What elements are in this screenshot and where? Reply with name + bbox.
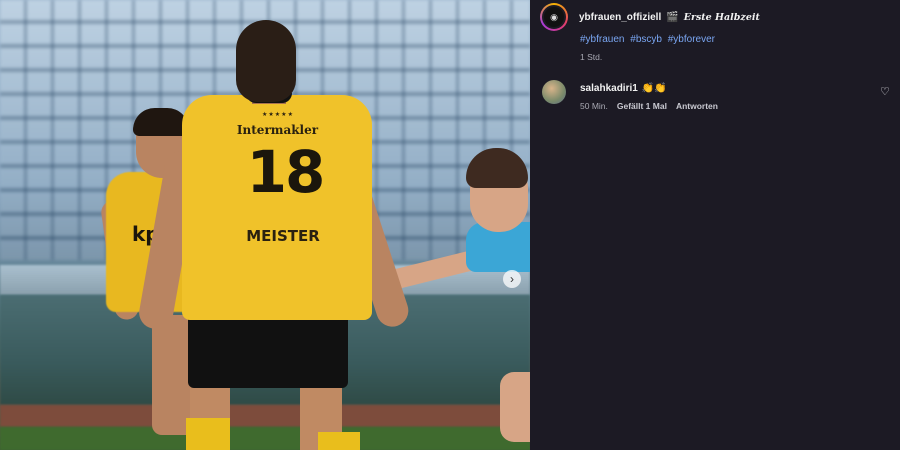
player-18-shorts — [188, 308, 348, 388]
heart-icon[interactable]: ♡ — [880, 85, 890, 98]
avatar[interactable]: ◉ — [542, 5, 566, 29]
hashtag-link[interactable]: #ybfrauen — [580, 34, 624, 45]
comment-text: 👏👏 — [641, 83, 667, 94]
jersey-number: 18 — [246, 138, 326, 206]
post-panel: ◉ ybfrauen_offiziell 🎬 Erste Halbzeit #y… — [530, 0, 900, 450]
player-2-hair — [133, 108, 189, 136]
player-18-sock-left — [186, 418, 230, 450]
running-track — [0, 405, 530, 427]
hashtag-list: #ybfrauen #bscyb #ybforever — [580, 34, 718, 45]
player-18-sock-right — [318, 432, 360, 450]
jersey-name: MEISTER — [246, 227, 320, 245]
story-ring[interactable]: ◉ — [540, 3, 568, 31]
comment-meta: 50 Min. Gefällt 1 Mal Antworten — [580, 101, 718, 111]
reply-button[interactable]: Antworten — [676, 101, 718, 111]
comment-likes[interactable]: Gefällt 1 Mal — [617, 101, 667, 111]
post-username[interactable]: ybfrauen_offiziell — [579, 12, 661, 23]
jersey-stars: ★★★★★ — [262, 112, 294, 118]
post-header: ◉ ybfrauen_offiziell 🎬 Erste Halbzeit — [540, 3, 760, 31]
blue-player-leg — [500, 372, 530, 442]
comment: salahkadiri1 👏👏 — [580, 83, 667, 94]
jersey-sponsor: Intermakler — [236, 123, 319, 137]
hashtag-link[interactable]: #ybforever — [668, 34, 715, 45]
chevron-right-icon[interactable]: › — [503, 270, 521, 288]
hashtag-link[interactable]: #bscyb — [630, 34, 662, 45]
player-18-head — [236, 20, 296, 102]
comment-timestamp[interactable]: 50 Min. — [580, 101, 608, 111]
post-timestamp[interactable]: 1 Std. — [580, 52, 602, 62]
comment-avatar[interactable] — [542, 80, 566, 104]
post-caption: Erste Halbzeit — [683, 11, 760, 23]
comment-username[interactable]: salahkadiri1 — [580, 83, 638, 94]
clapper-icon: 🎬 — [666, 11, 679, 23]
pitch-grass — [0, 427, 530, 450]
post-image[interactable]: kp ★★★★★ Intermakler 18 MEISTER › — [0, 0, 530, 450]
